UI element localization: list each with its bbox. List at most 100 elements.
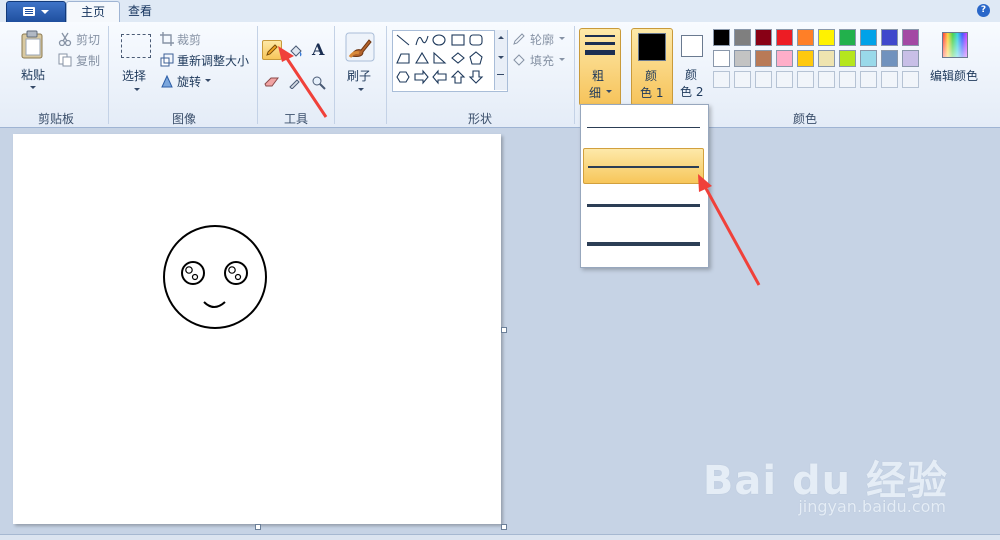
palette-custom-slot[interactable]: [839, 71, 856, 88]
palette-color-swatch[interactable]: [713, 29, 730, 46]
palette-color-swatch[interactable]: [881, 50, 898, 67]
palette-color-swatch[interactable]: [797, 29, 814, 46]
palette-color-swatch[interactable]: [776, 29, 793, 46]
pencil-icon: [266, 44, 278, 56]
canvas-resize-handle-right[interactable]: [501, 327, 507, 333]
text-icon: A: [312, 40, 325, 59]
color1-button[interactable]: 颜 色 1: [631, 28, 673, 106]
menu-icon: [23, 7, 35, 16]
palette-color-swatch[interactable]: [860, 50, 877, 67]
size-button[interactable]: 粗 细: [579, 28, 621, 106]
size-dropdown-menu: [580, 104, 709, 268]
color1-label-line1: 颜: [645, 69, 658, 83]
resize-button[interactable]: 重新调整大小: [160, 52, 252, 68]
palette-custom-slot[interactable]: [776, 71, 793, 88]
cut-button[interactable]: 剪切: [58, 31, 102, 47]
fill-label: 填充: [530, 54, 555, 68]
select-dropdown-icon: [134, 88, 140, 91]
palette-color-swatch[interactable]: [755, 50, 772, 67]
palette-custom-slot[interactable]: [713, 71, 730, 88]
size-option[interactable]: [583, 109, 704, 145]
color-picker-tool[interactable]: [285, 72, 305, 92]
expand-gallery-icon: [497, 74, 504, 75]
palette-color-swatch[interactable]: [755, 29, 772, 46]
copy-icon: [58, 53, 72, 67]
edit-colors-button[interactable]: 编辑颜色: [930, 30, 982, 90]
palette-color-swatch[interactable]: [818, 29, 835, 46]
group-separator: [108, 26, 109, 124]
shapes-icon: [396, 34, 484, 85]
fill-button[interactable]: 填充: [512, 52, 570, 68]
fill-bucket-icon: [513, 54, 525, 66]
rotate-icon: [161, 74, 173, 88]
eraser-tool[interactable]: [262, 72, 282, 92]
scissors-icon: [58, 32, 72, 46]
eyedropper-icon: [289, 79, 300, 89]
shapes-gallery-scrollbar[interactable]: [494, 30, 507, 90]
line-thickness-icon: [587, 242, 700, 246]
palette-custom-slot[interactable]: [881, 71, 898, 88]
palette-color-swatch[interactable]: [881, 29, 898, 46]
fill-tool[interactable]: [285, 40, 305, 60]
clipboard-icon: [21, 30, 43, 59]
palette-color-swatch[interactable]: [797, 50, 814, 67]
colors-group-label: 颜色: [792, 112, 817, 126]
magnifier-tool[interactable]: [308, 72, 328, 92]
watermark-url: jingyan.baidu.com: [798, 497, 946, 516]
cut-label: 剪切: [76, 33, 101, 47]
select-button[interactable]: 选择: [118, 30, 154, 96]
canvas-resize-handle-corner[interactable]: [501, 524, 507, 530]
palette-custom-slot[interactable]: [860, 71, 877, 88]
palette-custom-slot[interactable]: [818, 71, 835, 88]
color2-label-line1: 颜: [685, 68, 698, 82]
palette-color-swatch[interactable]: [860, 29, 877, 46]
crop-icon: [160, 32, 174, 46]
color2-button[interactable]: 颜 色 2: [676, 28, 710, 104]
drawing-canvas[interactable]: [13, 134, 501, 524]
color2-swatch: [681, 35, 703, 57]
palette-color-swatch[interactable]: [902, 50, 919, 67]
crop-button[interactable]: 裁剪: [160, 31, 212, 47]
color1-label-line2: 色 1: [640, 86, 664, 100]
palette-color-swatch[interactable]: [839, 50, 856, 67]
select-icon: [121, 34, 151, 58]
palette-color-swatch[interactable]: [902, 29, 919, 46]
palette-custom-slot[interactable]: [734, 71, 751, 88]
tab-home[interactable]: 主页: [66, 1, 121, 23]
palette-color-swatch[interactable]: [839, 29, 856, 46]
palette-color-swatch[interactable]: [734, 29, 751, 46]
size-option[interactable]: [583, 187, 704, 223]
rotate-label: 旋转: [177, 75, 202, 89]
group-separator: [574, 26, 575, 124]
tab-view[interactable]: 查看: [114, 1, 166, 22]
palette-color-swatch[interactable]: [776, 50, 793, 67]
size-label-line2: 细: [589, 86, 602, 100]
palette-color-swatch[interactable]: [713, 50, 730, 67]
brushes-button[interactable]: 刷子: [342, 30, 378, 96]
outline-dropdown-icon: [559, 37, 565, 40]
copy-button[interactable]: 复制: [58, 52, 102, 68]
text-tool[interactable]: A: [308, 40, 328, 60]
canvas-resize-handle-bottom[interactable]: [255, 524, 261, 530]
paste-button[interactable]: 粘贴: [16, 30, 50, 92]
outline-label: 轮廓: [530, 33, 555, 47]
color-spectrum-icon: [942, 32, 968, 58]
scroll-down-icon: [498, 56, 504, 59]
size-option[interactable]: [583, 226, 704, 262]
paste-label: 粘贴: [21, 68, 46, 82]
paint-menu-button[interactable]: [6, 1, 66, 23]
size-option[interactable]: [583, 148, 704, 184]
crop-label: 裁剪: [177, 33, 202, 47]
help-icon[interactable]: ?: [977, 4, 990, 17]
outline-button[interactable]: 轮廓: [512, 31, 570, 47]
rotate-dropdown-icon: [205, 79, 211, 82]
size-dropdown-icon: [606, 90, 612, 93]
pencil-tool[interactable]: [262, 40, 282, 60]
palette-color-swatch[interactable]: [734, 50, 751, 67]
palette-custom-slot[interactable]: [902, 71, 919, 88]
rotate-button[interactable]: 旋转: [160, 73, 218, 89]
image-group-label: 图像: [171, 112, 196, 126]
palette-custom-slot[interactable]: [797, 71, 814, 88]
palette-custom-slot[interactable]: [755, 71, 772, 88]
palette-color-swatch[interactable]: [818, 50, 835, 67]
